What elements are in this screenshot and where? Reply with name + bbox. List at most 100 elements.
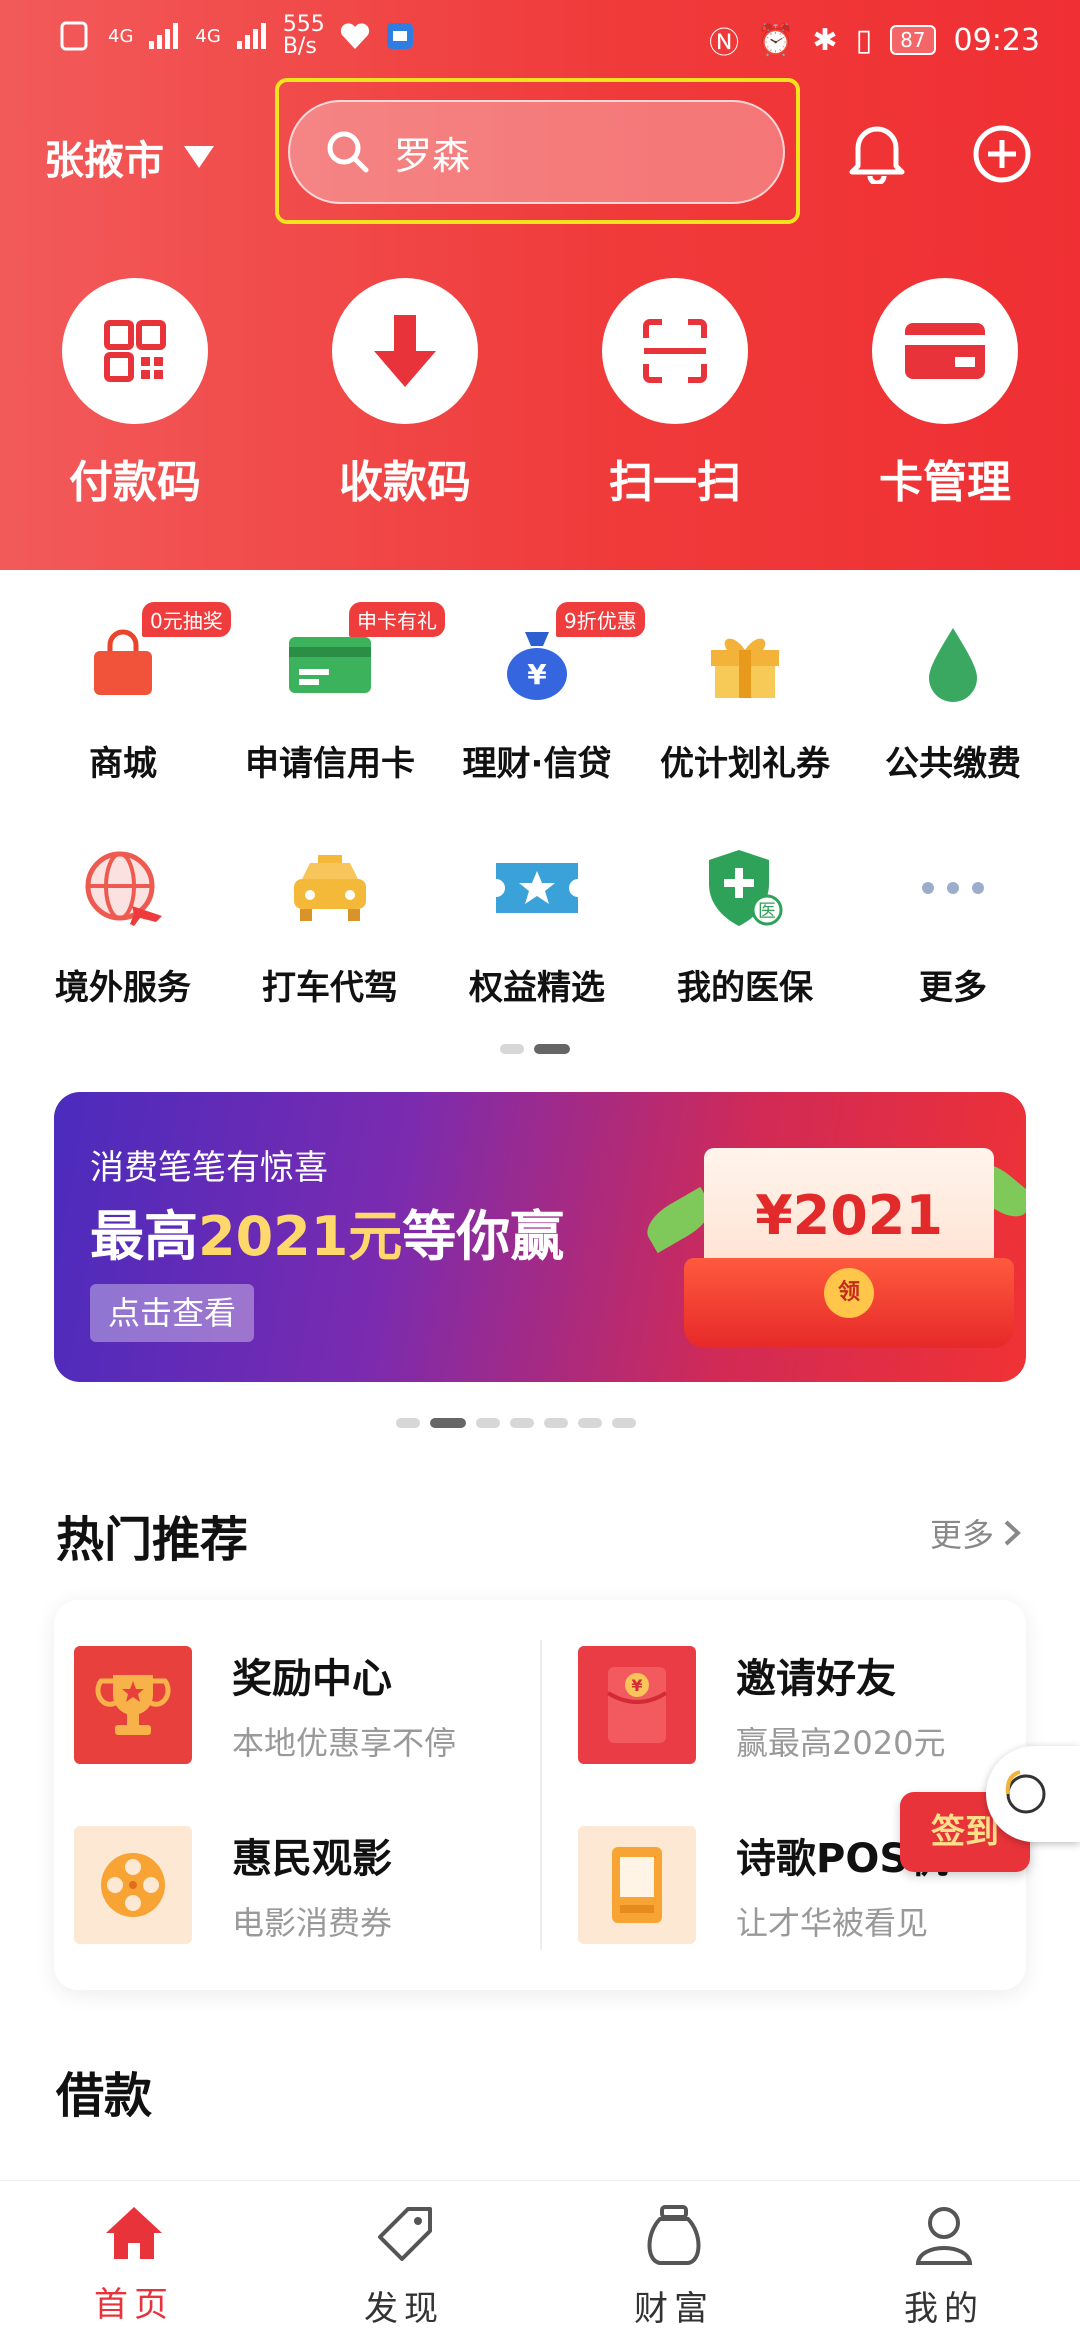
scan-icon [602, 278, 748, 424]
quick-action-label: 扫一扫 [609, 457, 741, 508]
loan-section-title: 借款 [56, 2068, 153, 2124]
grid-item-credit-card[interactable]: 申卡有礼 申请信用卡 [225, 602, 445, 785]
quick-action-label: 卡管理 [879, 457, 1011, 508]
quick-action-label: 收款码 [339, 457, 471, 508]
app-notify-icon [386, 23, 413, 49]
page-dot-active [534, 1044, 570, 1054]
banner-view-button[interactable]: 点击查看 [90, 1284, 255, 1342]
search-input[interactable]: 罗森 [288, 100, 785, 204]
grid-item-label: 优计划礼券 [660, 744, 830, 784]
alarm-icon: ⏰ [757, 22, 795, 58]
trophy-icon [74, 1646, 192, 1764]
page-dot-active [430, 1418, 466, 1428]
status-bar: 4G 4G 555 B/s Ⓝ ⏰ ✱ ▯ 87 09:23 [0, 0, 1080, 70]
network-label: 4G [108, 25, 134, 47]
promo-badge: 申卡有礼 [349, 602, 445, 637]
grid-item-medical-insurance[interactable]: 医 我的医保 [640, 838, 850, 1009]
header: 4G 4G 555 B/s Ⓝ ⏰ ✱ ▯ 87 09:23 张掖市 罗森 付款… [0, 0, 1080, 570]
rec-item-poetry-pos[interactable]: 诗歌POS机 让才华被看见 [578, 1826, 948, 1944]
dropdown-triangle-icon [184, 146, 214, 168]
quick-action-pay-code[interactable]: 付款码 [60, 278, 210, 510]
more-dots-icon [922, 882, 984, 894]
hot-more-label: 更多 [929, 1516, 994, 1554]
grid-item-wealth-loan[interactable]: ¥ 9折优惠 理财·信贷 [432, 602, 645, 785]
quick-action-label: 付款码 [69, 457, 201, 508]
page-dot [612, 1418, 636, 1428]
grid-item-label: 公共缴费 [885, 744, 1021, 784]
grid-item-gift-coupon[interactable]: 优计划礼券 [640, 614, 850, 785]
tag-icon [378, 2207, 432, 2261]
globe-plane-icon [85, 851, 162, 926]
grid-item-label: 理财·信贷 [462, 744, 612, 784]
quick-action-scan[interactable]: 扫一扫 [600, 278, 750, 510]
film-reel-icon [74, 1826, 192, 1944]
hot-section-title: 热门推荐 [56, 1512, 249, 1568]
page-dot [544, 1418, 568, 1428]
gift-icon [711, 638, 779, 698]
wealth-bag-icon [647, 2205, 701, 2265]
bluetooth-icon: ✱ [812, 22, 838, 58]
bottom-tab-bar: 首页 发现 财富 我的 [0, 2180, 1080, 2341]
promo-badge: 0元抽奖 [142, 602, 231, 637]
page-dot [510, 1418, 534, 1428]
rec-item-rewards[interactable]: 奖励中心 本地优惠享不停 [74, 1646, 456, 1764]
tab-label: 财富 [634, 2289, 714, 2329]
net-speed-value: 555 [282, 12, 325, 37]
rec-item-invite[interactable]: ¥ 邀请好友 赢最高2020元 [578, 1646, 945, 1764]
nfc-icon: Ⓝ [709, 26, 740, 61]
grid-item-mall[interactable]: 0元抽奖 商城 [18, 602, 231, 785]
medical-badge-text: 医 [758, 901, 776, 922]
net-speed-unit: B/s [282, 34, 317, 59]
add-icon[interactable] [972, 124, 1032, 184]
banner-title-prefix: 最高 [90, 1205, 198, 1268]
envelope-amount: ¥2021 [755, 1184, 943, 1247]
city-selector[interactable]: 张掖市 [44, 128, 214, 186]
page-dot [500, 1044, 524, 1054]
credit-card-icon [289, 637, 371, 693]
rec-title: 奖励中心 [232, 1656, 392, 1702]
signal-icon-2 [236, 23, 266, 49]
water-drop-icon [929, 628, 977, 702]
tab-label: 首页 [94, 2285, 174, 2325]
promo-banner[interactable]: 消费笔笔有惊喜 最高2021元等你赢 点击查看 ¥2021 领 [54, 1092, 1026, 1382]
grid-item-more[interactable]: 更多 [848, 838, 1058, 1009]
ticket-star-icon [496, 863, 578, 913]
rec-title: 邀请好友 [736, 1656, 896, 1702]
quick-action-card-manage[interactable]: 卡管理 [870, 278, 1020, 510]
down-arrow-icon [332, 278, 478, 424]
taxi-icon [294, 855, 366, 921]
banner-subtitle: 消费笔笔有惊喜 [90, 1148, 328, 1188]
grid-item-label: 申请信用卡 [245, 744, 415, 784]
signal-icon [149, 23, 179, 49]
grid-item-label: 我的医保 [677, 968, 813, 1008]
hand-pointer-icon [986, 1746, 1080, 1842]
grid-item-label: 境外服务 [55, 968, 191, 1008]
net-speed: 555 B/s [283, 14, 325, 58]
hot-recommend-card: 奖励中心 本地优惠享不停 ¥ 邀请好友 赢最高2020元 惠民观影 电影消费券 … [54, 1600, 1026, 1990]
search-icon [327, 131, 369, 173]
money-bag-icon: ¥ [507, 632, 567, 700]
grid-item-taxi[interactable]: 打车代驾 [225, 838, 435, 1009]
page-dot [578, 1418, 602, 1428]
tab-discover[interactable]: 发现 [314, 2203, 494, 2330]
tab-wealth[interactable]: 财富 [584, 2203, 764, 2330]
shopping-bag-icon [94, 629, 152, 695]
hot-more-link[interactable]: 更多 [930, 1510, 1022, 1556]
red-envelope-icon: ¥ [578, 1646, 696, 1764]
card-divider [540, 1640, 542, 1950]
svg-text:¥: ¥ [631, 1676, 642, 1695]
user-icon [915, 2207, 973, 2265]
grid-item-public-payment[interactable]: 公共缴费 [848, 614, 1058, 785]
quick-action-receive-code[interactable]: 收款码 [330, 278, 480, 510]
card-icon [872, 278, 1018, 424]
banner-title-highlight: 2021元 [198, 1205, 403, 1268]
tab-label: 发现 [364, 2289, 444, 2329]
grid-item-benefits[interactable]: 权益精选 [432, 838, 642, 1009]
rec-item-movie[interactable]: 惠民观影 电影消费券 [74, 1826, 392, 1944]
grid-item-overseas[interactable]: 境外服务 [18, 838, 228, 1009]
chevron-right-icon [1004, 1520, 1021, 1546]
rec-desc: 电影消费券 [232, 1904, 393, 1942]
tab-home[interactable]: 首页 [44, 2203, 224, 2326]
bell-icon[interactable] [848, 120, 906, 184]
tab-mine[interactable]: 我的 [854, 2203, 1034, 2330]
